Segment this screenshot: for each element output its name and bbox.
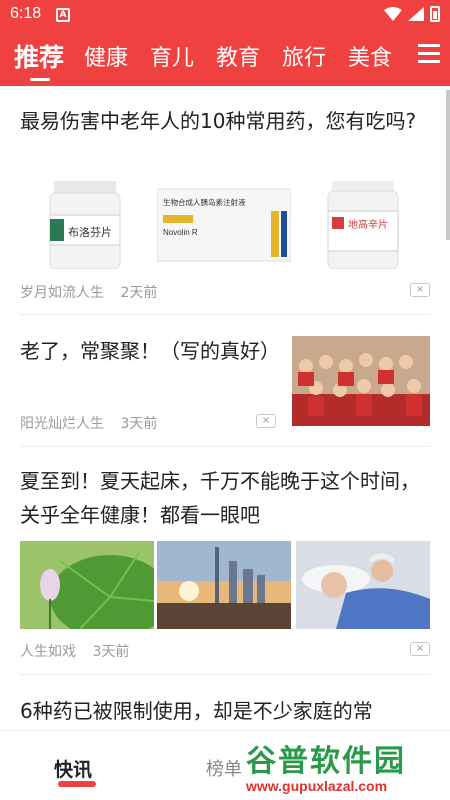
article-title[interactable]: 夏至到！夏天起床，千万不能晚于这个时间，关乎全年健康！都看一眼吧 — [20, 464, 430, 532]
divider — [20, 674, 430, 675]
article-card[interactable]: 6种药已被限制使用，却是不少家庭的常 — [20, 694, 430, 730]
article-title[interactable]: 最易伤害中老年人的10种常用药，您有吃吗? — [20, 104, 430, 138]
article-meta: 岁月如流人生 2天前 — [20, 282, 169, 302]
watermark-url: www.gupuxlazal.com — [246, 778, 388, 794]
article-image-insulin-box: 生物合成人胰岛素注射液 Novolin R — [157, 181, 291, 269]
dismiss-icon[interactable]: × — [256, 414, 276, 428]
article-image-medicine-bottle: 布洛芬片 — [20, 181, 154, 269]
category-tabs: 推荐 健康 育儿 教育 旅行 美食 — [0, 36, 450, 81]
divider — [20, 314, 430, 315]
nav-item-news[interactable]: 快讯 — [54, 755, 92, 782]
article-card[interactable]: 夏至到！夏天起床，千万不能晚于这个时间，关乎全年健康！都看一眼吧 — [20, 464, 430, 532]
article-source: 人生如戏 — [20, 644, 76, 660]
article-title[interactable]: 老了，常聚聚！（写的真好） — [20, 334, 280, 368]
status-icons — [384, 6, 440, 22]
signal-icon — [408, 7, 424, 21]
svg-text:布洛芬片: 布洛芬片 — [68, 225, 112, 239]
status-time: 6:18 — [10, 5, 42, 22]
active-tab-indicator — [30, 78, 50, 81]
svg-text:地高辛片: 地高辛片 — [348, 218, 388, 231]
watermark-text: 谷普软件园 — [246, 744, 406, 779]
scrollbar[interactable] — [446, 90, 450, 240]
battery-icon — [430, 6, 440, 22]
article-time: 3天前 — [120, 416, 158, 432]
article-image-digaoxin-bottle: 地高辛片 — [296, 181, 430, 269]
tab-education[interactable]: 教育 — [216, 40, 260, 72]
watermark: 谷普软件园 www.gupuxlazal.com — [246, 736, 450, 800]
article-image-elderly-group — [292, 336, 430, 426]
article-image-lotus-leaf — [20, 541, 154, 629]
article-source: 阳光灿烂人生 — [20, 416, 104, 432]
wifi-icon — [384, 7, 402, 21]
article-meta: 阳光灿烂人生 3天前 — [20, 413, 169, 433]
tab-recommend[interactable]: 推荐 — [14, 38, 64, 74]
app-header: 6:18 A 推荐 健康 育儿 教育 旅行 美食 — [0, 0, 450, 86]
dismiss-icon[interactable]: × — [410, 642, 430, 656]
tab-parenting[interactable]: 育儿 — [150, 40, 194, 72]
divider — [20, 446, 430, 447]
tab-health[interactable]: 健康 — [84, 40, 128, 72]
article-card[interactable]: 最易伤害中老年人的10种常用药，您有吃吗? — [20, 104, 430, 138]
article-meta: 人生如戏 3天前 — [20, 641, 141, 661]
svg-text:Novolin R: Novolin R — [163, 228, 198, 237]
article-title[interactable]: 6种药已被限制使用，却是不少家庭的常 — [20, 694, 430, 728]
article-time: 3天前 — [92, 644, 130, 660]
article-time: 2天前 — [120, 285, 158, 301]
article-image-sleeping-couple — [296, 541, 430, 629]
article-image-city-sunset — [157, 541, 291, 629]
svg-text:生物合成人胰岛素注射液: 生物合成人胰岛素注射液 — [163, 197, 246, 207]
status-bar: 6:18 A — [0, 0, 450, 30]
article-card[interactable]: 老了，常聚聚！（写的真好） — [20, 334, 280, 368]
dismiss-icon[interactable]: × — [410, 283, 430, 297]
nav-item-rankings[interactable]: 榜单 — [206, 755, 242, 781]
article-source: 岁月如流人生 — [20, 285, 104, 301]
notification-icon: A — [56, 8, 70, 22]
tab-travel[interactable]: 旅行 — [282, 40, 326, 72]
tab-food[interactable]: 美食 — [348, 40, 392, 72]
active-nav-indicator — [58, 781, 96, 787]
menu-icon[interactable] — [418, 44, 440, 64]
